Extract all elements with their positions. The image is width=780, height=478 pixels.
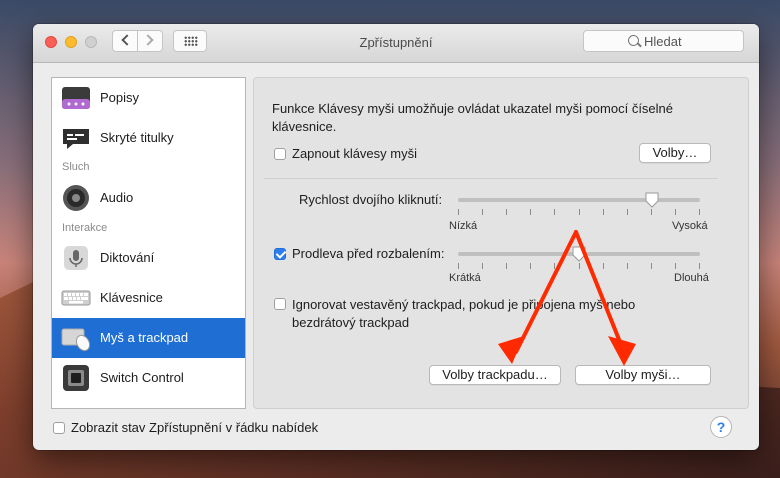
slider-tick [602, 209, 604, 215]
ignore-trackpad-checkbox[interactable] [274, 298, 286, 310]
double-click-speed-slider[interactable] [458, 198, 700, 202]
double-click-max-label: Vysoká [672, 220, 708, 232]
slider-tick [482, 263, 484, 269]
slider-tick [458, 209, 459, 215]
spring-loading-delay-ticks [458, 263, 700, 269]
sidebar-item-klavesnice[interactable]: Klávesnice [52, 278, 245, 318]
keyboard-icon [61, 290, 91, 306]
mouse-keys-description: Funkce Klávesy myši umožňuje ovládat uka… [272, 101, 674, 134]
slider-tick [482, 209, 484, 215]
double-click-min-label: Nízká [449, 220, 478, 232]
slider-tick [506, 209, 508, 215]
preferences-window: Zpřístupnění Hledat Popisy Skryté titulk… [33, 24, 759, 450]
slider-tick [650, 263, 652, 269]
subtitles-icon [63, 129, 89, 149]
divider [264, 178, 718, 179]
ignore-trackpad-label: Ignorovat vestavěný trackpad, pokud je p… [292, 297, 636, 330]
slider-tick [602, 263, 604, 269]
slider-tick [699, 209, 700, 215]
titlebar: Zpřístupnění Hledat [33, 24, 759, 63]
slider-tick [554, 263, 556, 269]
double-click-speed-ticks [458, 209, 700, 215]
slider-tick [578, 209, 580, 215]
sidebar-item-label: Klávesnice [100, 290, 163, 305]
spring-loading-delay-checkbox[interactable] [274, 248, 286, 260]
sidebar-item-label: Popisy [100, 90, 140, 105]
slider-tick [626, 209, 628, 215]
mouse-keys-checkbox[interactable] [274, 148, 286, 160]
settings-panel: Funkce Klávesy myši umožňuje ovládat uka… [253, 77, 749, 409]
slider-tick [650, 209, 652, 215]
speaker-icon [63, 185, 89, 211]
sidebar-item-label: Switch Control [100, 370, 184, 385]
slider-tick [506, 263, 508, 269]
spring-loading-delay-thumb[interactable] [572, 246, 586, 262]
sidebar-item-label: Skryté titulky [100, 130, 174, 145]
help-button[interactable]: ? [710, 416, 732, 438]
slider-tick [458, 263, 459, 269]
slider-tick [699, 263, 700, 269]
search-icon [628, 35, 639, 46]
sidebar-item-mys-a-trackpad[interactable]: Myš a trackpad [52, 318, 245, 358]
sidebar-item-audio[interactable]: Audio [52, 178, 245, 218]
show-status-label: Zobrazit stav Zpřístupnění v řádku nabíd… [71, 420, 319, 435]
search-field[interactable]: Hledat [583, 30, 744, 52]
switch-control-icon [63, 365, 89, 391]
slider-tick [674, 263, 676, 269]
sidebar-item-label: Diktování [100, 250, 155, 265]
sidebar-item-label: Audio [100, 190, 134, 205]
sidebar-item-label: Myš a trackpad [100, 330, 189, 345]
slider-tick [530, 263, 532, 269]
search-placeholder: Hledat [644, 34, 682, 49]
mouse-options-button[interactable]: Volby myši… [575, 365, 711, 385]
slider-tick [554, 209, 556, 215]
spring-delay-max-label: Dlouhá [674, 272, 709, 284]
slider-tick [530, 209, 532, 215]
sidebar-section-header: Sluch [62, 161, 90, 173]
spring-delay-min-label: Krátká [449, 272, 481, 284]
slider-tick [578, 263, 580, 269]
mouse-trackpad-icon [61, 328, 91, 352]
sidebar-item-popisy[interactable]: Popisy [52, 78, 245, 118]
sidebar-item-diktovani[interactable]: Diktování [52, 238, 245, 278]
show-status-checkbox[interactable] [53, 422, 65, 434]
slider-tick [626, 263, 628, 269]
mouse-keys-label: Zapnout klávesy myši [292, 146, 417, 161]
sidebar-item-switch-control[interactable]: Switch Control [52, 358, 245, 398]
sidebar-item-skryte-titulky[interactable]: Skryté titulky [52, 118, 245, 158]
double-click-speed-label: Rychlost dvojího kliknutí: [299, 192, 443, 207]
slider-tick [674, 209, 676, 215]
double-click-speed-thumb[interactable] [645, 192, 659, 208]
sidebar[interactable]: Popisy Skryté titulky Sluch Audio Intera… [51, 77, 246, 409]
sidebar-section-header: Interakce [62, 222, 108, 234]
captions-icon [62, 87, 90, 109]
mouse-keys-options-button[interactable]: Volby… [639, 143, 711, 163]
spring-loading-delay-label: Prodleva před rozbalením: [292, 246, 445, 261]
trackpad-options-button[interactable]: Volby trackpadu… [429, 365, 561, 385]
microphone-icon [64, 246, 88, 270]
